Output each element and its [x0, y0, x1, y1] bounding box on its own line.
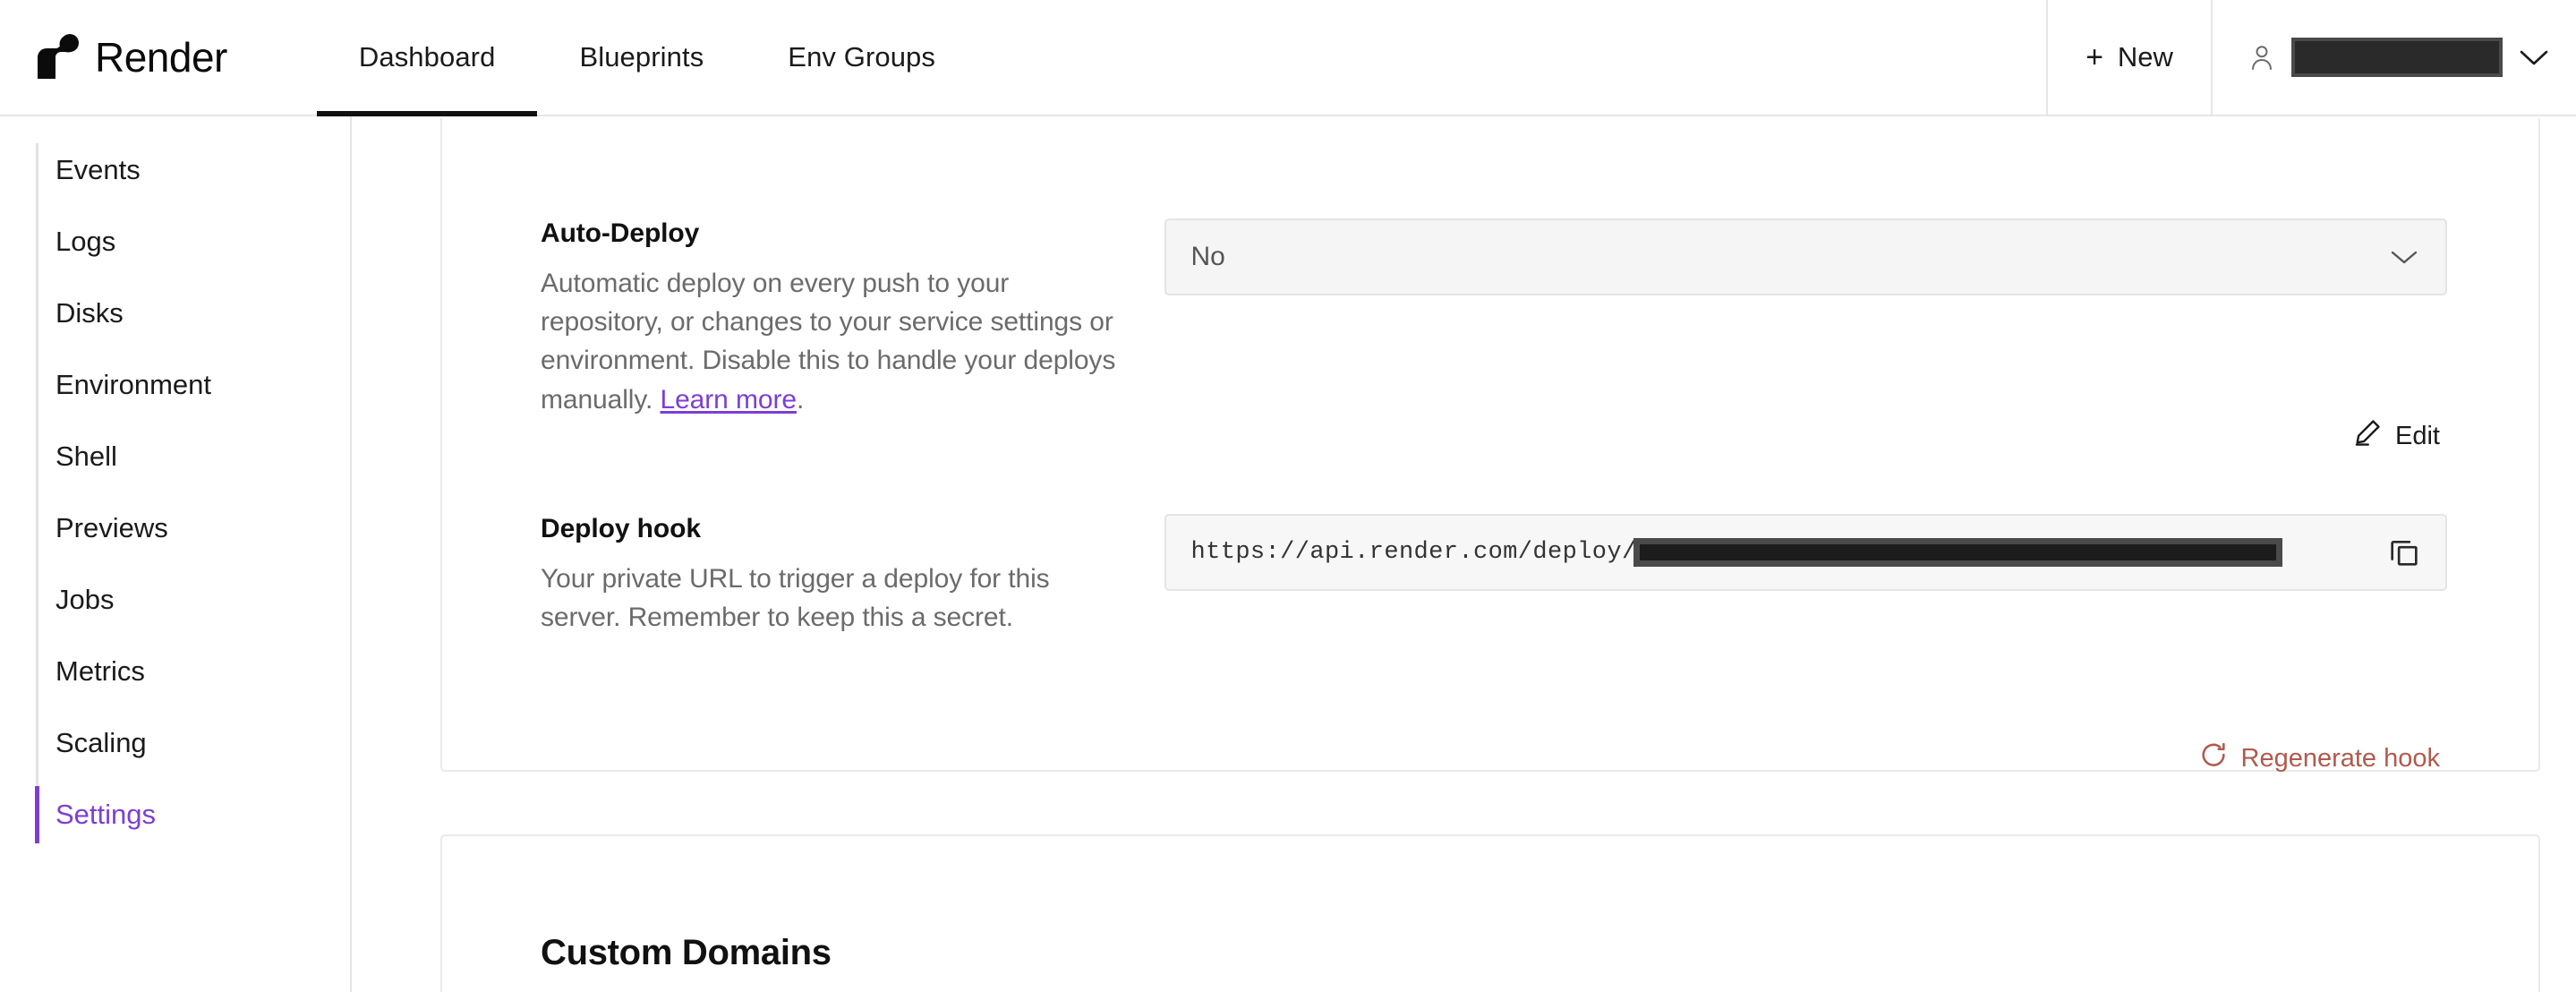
nav-item-dashboard-label: Dashboard	[359, 41, 496, 73]
top-header-bar: Render Dashboard Blueprints Env Groups +…	[0, 0, 2576, 116]
chevron-down-icon	[2390, 248, 2418, 266]
nav-item-env-groups-label: Env Groups	[788, 41, 935, 73]
deploy-settings-card: Auto-Deploy Automatic deploy on every pu…	[440, 118, 2540, 772]
deploy-hook-secret-redacted	[1633, 538, 2282, 567]
sidebar-item-scaling[interactable]: Scaling	[0, 707, 350, 779]
sidebar-item-metrics[interactable]: Metrics	[0, 636, 350, 707]
nav-item-env-groups[interactable]: Env Groups	[746, 0, 977, 115]
regenerate-hook-label: Regenerate hook	[2241, 744, 2441, 774]
custom-domains-title: Custom Domains	[541, 933, 832, 973]
edit-auto-deploy-button[interactable]: Edit	[2352, 417, 2440, 455]
sidebar-item-label: Settings	[55, 799, 156, 831]
auto-deploy-row: Auto-Deploy Automatic deploy on every pu…	[541, 218, 2447, 419]
nav-item-dashboard[interactable]: Dashboard	[317, 0, 538, 115]
auto-deploy-select[interactable]: No	[1164, 218, 2447, 295]
service-sidebar: Events Logs Disks Environment Shell Prev…	[0, 116, 352, 992]
plus-icon: +	[2086, 42, 2103, 73]
sidebar-item-label: Scaling	[55, 727, 147, 759]
nav-item-blueprints-label: Blueprints	[579, 41, 704, 73]
sidebar-item-logs[interactable]: Logs	[0, 206, 350, 278]
sidebar-active-marker	[35, 786, 39, 843]
sidebar-item-environment[interactable]: Environment	[0, 349, 350, 421]
deploy-hook-row: Deploy hook Your private URL to trigger …	[541, 514, 2447, 637]
deploy-hook-description: Your private URL to trigger a deploy for…	[541, 560, 1129, 637]
sidebar-item-label: Shell	[55, 440, 117, 473]
sidebar-item-jobs[interactable]: Jobs	[0, 564, 350, 636]
sidebar-item-label: Logs	[55, 226, 115, 258]
sidebar-item-settings[interactable]: Settings	[0, 779, 350, 851]
pencil-icon	[2352, 417, 2383, 455]
auto-deploy-description-column: Auto-Deploy Automatic deploy on every pu…	[541, 218, 1164, 419]
auto-deploy-title: Auto-Deploy	[541, 218, 1129, 249]
deploy-hook-title: Deploy hook	[541, 514, 1129, 544]
refresh-icon	[2198, 740, 2229, 777]
sidebar-item-label: Events	[55, 154, 141, 186]
custom-domains-card: Custom Domains	[440, 834, 2540, 992]
sidebar-item-events[interactable]: Events	[0, 134, 350, 206]
render-logo-icon	[32, 34, 79, 81]
auto-deploy-control-column: No	[1164, 218, 2447, 419]
user-account-menu[interactable]	[2213, 0, 2576, 115]
sidebar-item-previews[interactable]: Previews	[0, 492, 350, 564]
copy-icon[interactable]	[2386, 534, 2422, 570]
new-button[interactable]: + New	[2048, 0, 2211, 115]
deploy-hook-url-visible: https://api.render.com/deploy/	[1191, 539, 1637, 566]
deploy-hook-control-column: https://api.render.com/deploy/	[1164, 514, 2447, 637]
main-content: Auto-Deploy Automatic deploy on every pu…	[354, 118, 2576, 992]
main-navigation: Dashboard Blueprints Env Groups	[317, 0, 977, 115]
new-button-label: New	[2118, 41, 2173, 73]
user-name-redacted	[2291, 38, 2503, 77]
sidebar-item-label: Jobs	[55, 584, 114, 616]
edit-auto-deploy-label: Edit	[2395, 422, 2440, 451]
nav-item-blueprints[interactable]: Blueprints	[537, 0, 746, 115]
sidebar-item-disks[interactable]: Disks	[0, 278, 350, 349]
sidebar-item-label: Metrics	[55, 655, 145, 688]
deploy-hook-input[interactable]: https://api.render.com/deploy/	[1164, 514, 2447, 591]
brand-name: Render	[95, 37, 227, 78]
brand-logo-link[interactable]: Render	[0, 0, 227, 115]
auto-deploy-select-value: No	[1191, 242, 1225, 272]
sidebar-item-label: Disks	[55, 297, 124, 329]
auto-deploy-description-text: Automatic deploy on every push to your r…	[541, 269, 1115, 415]
sidebar-item-label: Previews	[55, 512, 168, 544]
sidebar-item-shell[interactable]: Shell	[0, 421, 350, 492]
header-spacer	[977, 0, 2046, 115]
chevron-down-icon	[2519, 47, 2549, 67]
auto-deploy-description: Automatic deploy on every push to your r…	[541, 264, 1129, 419]
deploy-hook-description-column: Deploy hook Your private URL to trigger …	[541, 514, 1164, 637]
learn-more-link[interactable]: Learn more	[661, 385, 797, 415]
auto-deploy-description-period: .	[797, 385, 804, 415]
sidebar-item-label: Environment	[55, 369, 211, 401]
user-avatar-icon	[2248, 42, 2275, 73]
regenerate-hook-button[interactable]: Regenerate hook	[2198, 740, 2441, 777]
